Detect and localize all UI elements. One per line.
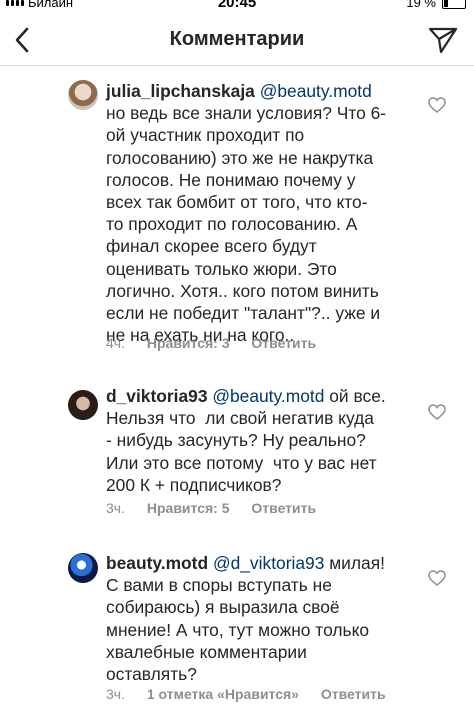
comment-time: 3ч. [106, 500, 125, 516]
heart-icon[interactable] [428, 97, 446, 113]
page-title: Комментарии [169, 28, 305, 50]
comment-body: но ведь все знали условия? Что 6- ой уча… [106, 103, 387, 346]
comment-text: beauty.motd @d_viktoria93 милая! С вами … [106, 552, 416, 685]
avatar[interactable] [68, 80, 98, 110]
comment-meta: 3ч. Нравится: 5 Ответить [106, 500, 334, 516]
comment-username[interactable]: beauty.motd [106, 553, 208, 573]
comment-meta: 3ч. 1 отметка «Нравится» Ответить [106, 686, 404, 702]
likes-count[interactable]: 1 отметка «Нравится» [147, 686, 299, 702]
heart-icon[interactable] [428, 570, 446, 586]
status-time: 20:45 [217, 0, 257, 11]
comment-time: 4ч. [106, 335, 125, 351]
comment-mention[interactable]: @beauty.motd [260, 81, 372, 101]
heart-icon[interactable] [428, 404, 446, 420]
navigation-bar: Комментарии [0, 14, 474, 66]
likes-count[interactable]: Нравится: 5 [147, 500, 230, 516]
reply-button[interactable]: Ответить [251, 500, 316, 516]
reply-button[interactable]: Ответить [321, 686, 386, 702]
avatar[interactable] [68, 553, 98, 583]
comment-mention[interactable]: @d_viktoria93 [213, 553, 324, 573]
status-bar: Билайн 20:45 19 % [0, 0, 474, 14]
comment-text: julia_lipchanskaja @beauty.motd но ведь … [106, 80, 416, 346]
likes-count[interactable]: Нравится: 3 [147, 335, 230, 351]
reply-button[interactable]: Ответить [251, 335, 316, 351]
comment-username[interactable]: julia_lipchanskaja [106, 81, 255, 101]
avatar[interactable] [68, 390, 98, 420]
share-button[interactable] [426, 24, 460, 56]
comment-text: d_viktoria93 @beauty.motd ой все. Нельзя… [106, 385, 416, 496]
paper-plane-icon [428, 27, 458, 54]
status-right: 19 % [406, 0, 466, 10]
comment-mention[interactable]: @beauty.motd [212, 386, 324, 406]
comment-meta: 4ч. Нравится: 3 Ответить [106, 335, 334, 351]
comment-username[interactable]: d_viktoria93 [106, 386, 208, 406]
battery-percent: 19 % [406, 0, 436, 10]
battery-icon [442, 0, 466, 9]
comment-time: 3ч. [106, 686, 125, 702]
